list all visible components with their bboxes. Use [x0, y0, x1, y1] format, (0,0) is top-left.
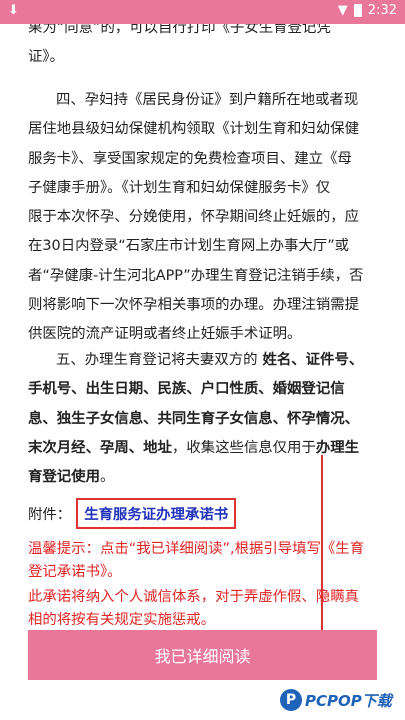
watermark-logo: P	[280, 689, 302, 711]
watermark: P PCPOP下载	[280, 680, 405, 720]
watermark-text: PCPOP下载	[305, 691, 392, 710]
annotation-arrow	[316, 455, 328, 664]
read-confirm-button[interactable]: 我已详细阅读	[28, 630, 377, 680]
